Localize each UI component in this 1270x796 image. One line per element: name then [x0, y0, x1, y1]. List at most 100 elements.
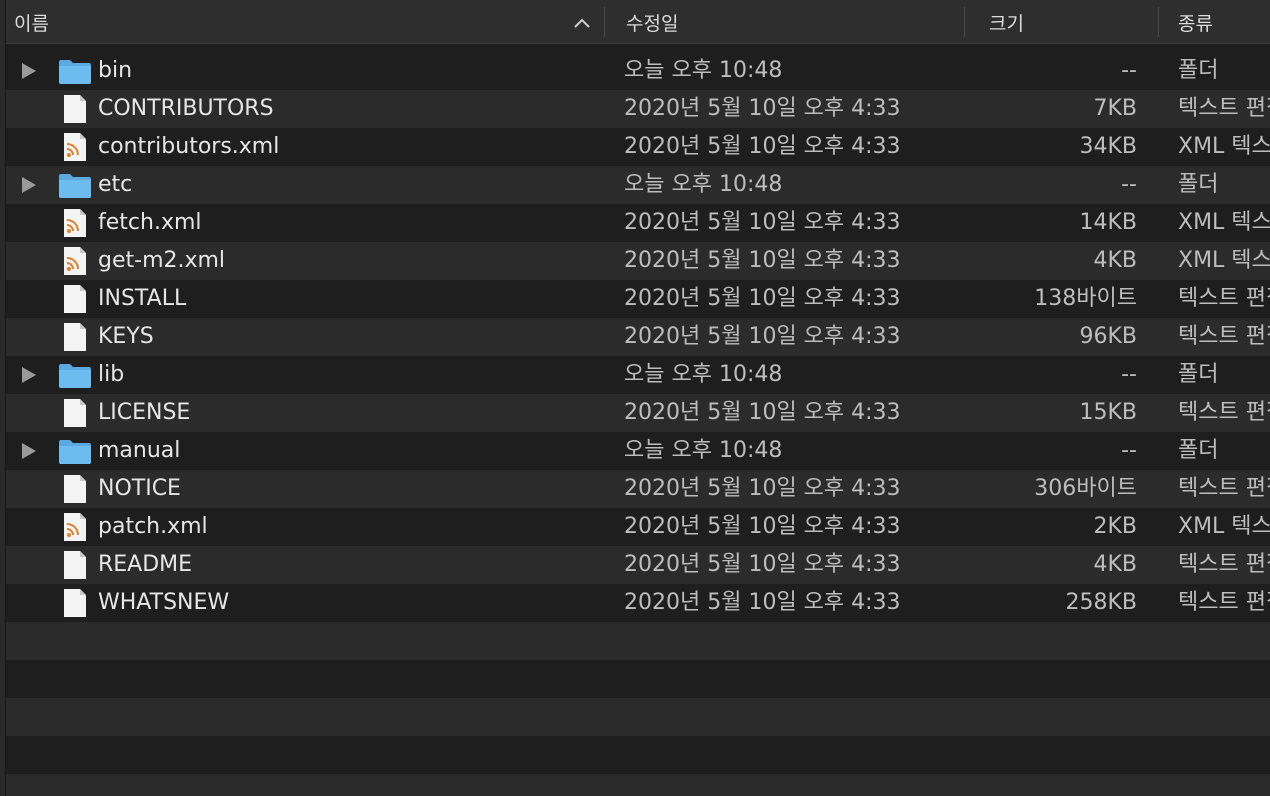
file-kind: XML 텍스트 — [1178, 514, 1270, 539]
folder-icon — [59, 364, 91, 388]
file-row[interactable]: lib 오늘 오후 10:48 -- 폴더 — [6, 356, 1270, 394]
file-name: manual — [98, 438, 181, 463]
file-row[interactable]: patch.xml 2020년 5월 10일 오후 4:33 2KB XML 텍스트 — [6, 508, 1270, 546]
file-row[interactable]: NOTICE 2020년 5월 10일 오후 4:33 306바이트 텍스트 편집 — [6, 470, 1270, 508]
file-size: 34KB — [1079, 134, 1137, 159]
file-modified-date: 오늘 오후 10:48 — [624, 172, 783, 197]
file-size: 138바이트 — [1034, 286, 1137, 311]
file-modified-date: 2020년 5월 10일 오후 4:33 — [624, 514, 901, 539]
file-size: 258KB — [1065, 590, 1137, 615]
file-row[interactable]: fetch.xml 2020년 5월 10일 오후 4:33 14KB XML 텍스트 — [6, 204, 1270, 242]
xml-document-icon — [64, 133, 86, 161]
file-kind: 폴더 — [1178, 172, 1219, 197]
file-name: LICENSE — [98, 400, 191, 425]
folder-icon — [59, 60, 91, 84]
column-header-kind[interactable]: 종류 — [1178, 0, 1213, 44]
file-size: 306바이트 — [1034, 476, 1137, 501]
file-name: bin — [98, 58, 133, 83]
disclosure-triangle-icon[interactable] — [22, 177, 36, 193]
column-header-size[interactable]: 크기 — [989, 0, 1024, 44]
file-modified-date: 2020년 5월 10일 오후 4:33 — [624, 476, 901, 501]
file-kind: 텍스트 편집 — [1178, 96, 1270, 121]
column-header-modified-label: 수정일 — [626, 12, 679, 35]
disclosure-triangle-icon[interactable] — [22, 367, 36, 383]
column-header: 이름 수정일 크기 종류 — [6, 0, 1270, 44]
file-kind: XML 텍스트 — [1178, 210, 1270, 235]
file-row[interactable]: contributors.xml 2020년 5월 10일 오후 4:33 34KB… — [6, 128, 1270, 166]
file-modified-date: 오늘 오후 10:48 — [624, 438, 783, 463]
text-document-icon — [64, 323, 86, 351]
column-separator[interactable] — [1158, 7, 1159, 37]
column-header-kind-label: 종류 — [1178, 12, 1213, 35]
sort-ascending-chevron-icon[interactable] — [573, 17, 591, 29]
file-size: -- — [1121, 362, 1137, 387]
file-modified-date: 2020년 5월 10일 오후 4:33 — [624, 552, 901, 577]
file-name: patch.xml — [98, 514, 208, 539]
empty-row — [6, 736, 1270, 774]
file-modified-date: 2020년 5월 10일 오후 4:33 — [624, 286, 901, 311]
file-modified-date: 2020년 5월 10일 오후 4:33 — [624, 400, 901, 425]
folder-icon — [59, 174, 91, 198]
file-row[interactable]: WHATSNEW 2020년 5월 10일 오후 4:33 258KB 텍스트 편집 — [6, 584, 1270, 622]
file-size: 14KB — [1079, 210, 1137, 235]
file-row[interactable]: etc 오늘 오후 10:48 -- 폴더 — [6, 166, 1270, 204]
folder-icon — [59, 440, 91, 464]
file-kind: 텍스트 편집 — [1178, 590, 1270, 615]
file-row[interactable]: LICENSE 2020년 5월 10일 오후 4:33 15KB 텍스트 편집 — [6, 394, 1270, 432]
column-separator[interactable] — [964, 7, 965, 37]
file-kind: 텍스트 편집 — [1178, 324, 1270, 349]
disclosure-triangle-icon[interactable] — [22, 443, 36, 459]
file-row[interactable]: get-m2.xml 2020년 5월 10일 오후 4:33 4KB XML 텍스트 — [6, 242, 1270, 280]
file-row[interactable]: CONTRIBUTORS 2020년 5월 10일 오후 4:33 7KB 텍스트 편… — [6, 90, 1270, 128]
file-modified-date: 2020년 5월 10일 오후 4:33 — [624, 210, 901, 235]
file-modified-date: 2020년 5월 10일 오후 4:33 — [624, 248, 901, 273]
column-header-name[interactable]: 이름 — [14, 0, 49, 44]
file-row[interactable]: KEYS 2020년 5월 10일 오후 4:33 96KB 텍스트 편집 — [6, 318, 1270, 356]
empty-row — [6, 698, 1270, 736]
text-document-icon — [64, 95, 86, 123]
file-row[interactable]: bin 오늘 오후 10:48 -- 폴더 — [6, 52, 1270, 90]
file-kind: 폴더 — [1178, 362, 1219, 387]
text-document-icon — [64, 399, 86, 427]
file-row[interactable]: manual 오늘 오후 10:48 -- 폴더 — [6, 432, 1270, 470]
disclosure-triangle-icon[interactable] — [22, 63, 36, 79]
file-name: get-m2.xml — [98, 248, 226, 273]
file-size: 15KB — [1079, 400, 1137, 425]
file-name: NOTICE — [98, 476, 181, 501]
column-separator[interactable] — [604, 7, 605, 37]
file-size: 4KB — [1093, 248, 1137, 273]
xml-document-icon — [64, 247, 86, 275]
xml-document-icon — [64, 513, 86, 541]
empty-row — [6, 774, 1270, 796]
file-row[interactable]: INSTALL 2020년 5월 10일 오후 4:33 138바이트 텍스트 편집 — [6, 280, 1270, 318]
file-name: INSTALL — [98, 286, 187, 311]
file-list: bin 오늘 오후 10:48 -- 폴더 CONTRIBUTORS 2020년 5월 1… — [6, 52, 1270, 796]
file-kind: 폴더 — [1178, 58, 1219, 83]
file-kind: 텍스트 편집 — [1178, 476, 1270, 501]
text-document-icon — [64, 589, 86, 617]
file-size: 96KB — [1079, 324, 1137, 349]
file-modified-date: 2020년 5월 10일 오후 4:33 — [624, 324, 901, 349]
file-size: -- — [1121, 438, 1137, 463]
xml-document-icon — [64, 209, 86, 237]
text-document-icon — [64, 551, 86, 579]
file-name: README — [98, 552, 193, 577]
column-header-name-label: 이름 — [14, 12, 49, 35]
file-kind: 폴더 — [1178, 438, 1219, 463]
file-kind: XML 텍스트 — [1178, 248, 1270, 273]
finder-list-view: 이름 수정일 크기 종류 bin 오늘 오후 10:48 -- 폴더 CONTRIBUT… — [0, 0, 1270, 796]
file-size: 7KB — [1093, 96, 1137, 121]
file-row[interactable]: README 2020년 5월 10일 오후 4:33 4KB 텍스트 편집 — [6, 546, 1270, 584]
column-header-modified[interactable]: 수정일 — [626, 0, 678, 44]
file-name: etc — [98, 172, 133, 197]
text-document-icon — [64, 475, 86, 503]
file-modified-date: 오늘 오후 10:48 — [624, 58, 783, 83]
file-name: CONTRIBUTORS — [98, 96, 274, 121]
file-size: 2KB — [1093, 514, 1137, 539]
file-name: fetch.xml — [98, 210, 202, 235]
file-size: 4KB — [1093, 552, 1137, 577]
empty-row — [6, 660, 1270, 698]
file-name: lib — [98, 362, 125, 387]
file-modified-date: 오늘 오후 10:48 — [624, 362, 783, 387]
file-kind: XML 텍스트 — [1178, 134, 1270, 159]
